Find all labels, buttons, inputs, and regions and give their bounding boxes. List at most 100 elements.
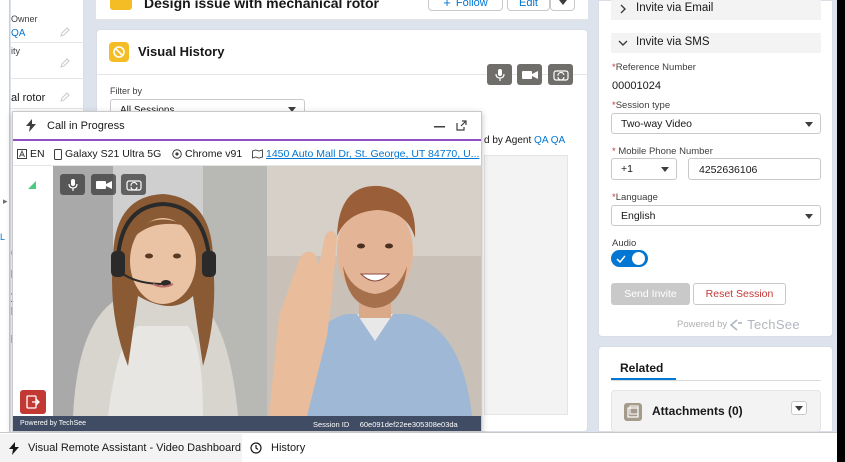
follow-label: Follow: [455, 0, 488, 9]
video-camera-icon: [95, 180, 112, 189]
location-info[interactable]: 1450 Auto Mall Dr, St. George, UT 84770,…: [252, 148, 479, 160]
card-divider: [97, 74, 587, 75]
attachments-menu-button[interactable]: [791, 401, 807, 415]
address-link[interactable]: 1450 Auto Mall Dr, St. George, UT 84770,…: [266, 148, 479, 160]
invite-sms-label[interactable]: Invite via SMS: [636, 36, 710, 48]
mic-button[interactable]: [487, 64, 512, 85]
chevron-down-icon: [805, 214, 813, 219]
phone-number-input[interactable]: 4252636106: [688, 158, 821, 180]
end-call-button[interactable]: [20, 390, 46, 414]
session-id-value: 60e091def22ee305308e03da: [359, 420, 458, 429]
agent-video: [53, 166, 267, 416]
edit-button[interactable]: Edit: [507, 0, 550, 11]
owner-link[interactable]: QA: [11, 28, 25, 39]
chevron-down-icon: [805, 122, 813, 127]
utility-item-label: Visual Remote Assistant - Video Dashboar…: [28, 442, 241, 454]
check-icon: [616, 255, 626, 264]
tab-divider: [611, 380, 821, 381]
session-id: Session ID 60e091def22ee305308e03da: [313, 420, 458, 429]
left-edge-strip: [0, 0, 10, 432]
owner-label: Owner: [11, 14, 38, 24]
language-select[interactable]: English: [611, 205, 821, 226]
visual-history-icon: [109, 42, 129, 62]
attachments-title[interactable]: Attachments (0): [652, 404, 743, 418]
minimize-icon[interactable]: [434, 126, 445, 128]
reference-label: *Reference Number: [612, 62, 696, 73]
send-invite-button[interactable]: Send Invite: [611, 283, 690, 305]
partial-text: L: [0, 232, 6, 242]
toggle-knob: [632, 252, 645, 265]
utility-item-label: History: [271, 442, 306, 454]
field-divider: [11, 78, 84, 79]
microphone-icon: [494, 68, 505, 81]
country-code-value: +1: [621, 163, 633, 175]
video-camera-icon: [521, 70, 538, 79]
browser-icon: [172, 149, 182, 159]
session-type-label: *Session type: [612, 100, 671, 111]
camera-button[interactable]: [517, 64, 542, 85]
call-mic-button[interactable]: [60, 174, 85, 195]
switch-camera-button[interactable]: [548, 64, 573, 85]
more-actions-button[interactable]: [550, 0, 575, 11]
utility-item-history[interactable]: History: [250, 434, 305, 462]
country-code-select[interactable]: +1: [611, 158, 677, 180]
screen-edge: [837, 0, 845, 462]
invite-email-label[interactable]: Invite via Email: [636, 2, 713, 14]
field-divider: [11, 108, 84, 109]
chevron-down-icon: [558, 0, 567, 5]
powered-by-label: Powered by: [677, 319, 728, 330]
filter-label: Filter by: [110, 86, 143, 96]
chevron-down-icon: [661, 167, 669, 172]
plus-icon: +: [443, 0, 451, 10]
language-label: *Language: [612, 192, 658, 203]
language-value: EN: [30, 148, 45, 160]
tab-related[interactable]: Related: [620, 361, 663, 375]
follow-button[interactable]: + Follow: [428, 0, 503, 11]
clock-icon: [250, 442, 262, 454]
exit-icon: [26, 395, 40, 409]
agent-link[interactable]: QA QA: [534, 135, 565, 146]
field3-value: al rotor: [11, 92, 46, 104]
brand-name: TechSee: [747, 317, 800, 332]
call-side-strip: [13, 166, 53, 416]
expand-arrow-icon[interactable]: ▸: [3, 196, 8, 207]
active-tab-indicator: [611, 378, 676, 380]
browser-value: Chrome v91: [185, 148, 243, 160]
reference-value: 00001024: [612, 80, 661, 92]
customer-video: [267, 166, 481, 416]
call-switch-camera-button[interactable]: [121, 174, 146, 195]
switch-camera-icon: [552, 69, 569, 81]
session-agent-text: d by Agent QA QA: [484, 135, 565, 146]
edit-label: Edit: [519, 0, 538, 9]
edit-pencil-icon[interactable]: [60, 58, 70, 68]
call-camera-button[interactable]: [91, 174, 116, 195]
audio-label: Audio: [612, 238, 637, 249]
edit-pencil-icon[interactable]: [60, 27, 70, 37]
utility-item-video-dashboard[interactable]: Visual Remote Assistant - Video Dashboar…: [0, 434, 242, 462]
session-id-label: Session ID: [313, 420, 350, 429]
chevron-down-icon: [795, 406, 803, 411]
popout-icon[interactable]: [456, 120, 467, 131]
language-select-value: English: [621, 210, 656, 222]
device-info: Galaxy S21 Ultra 5G: [54, 148, 161, 160]
visual-history-title: Visual History: [138, 44, 225, 59]
phone-icon: [54, 148, 62, 160]
session-type-select[interactable]: Two-way Video: [611, 113, 821, 134]
browser-info: Chrome v91: [172, 148, 242, 160]
field2-label: ity: [11, 46, 20, 56]
signal-icon: [28, 181, 36, 189]
powered-by-techsee: Powered by TechSee: [677, 317, 800, 332]
chevron-right-icon: [620, 4, 626, 14]
chevron-down-icon: [618, 40, 628, 46]
edit-pencil-icon[interactable]: [60, 92, 70, 102]
switch-camera-icon: [125, 179, 142, 191]
attachment-icon: [624, 403, 642, 421]
call-powered-by: Powered by TechSee: [20, 420, 87, 427]
microphone-icon: [67, 178, 78, 191]
lightning-icon: [9, 441, 19, 455]
techsee-logo-icon: [730, 318, 743, 331]
lightning-icon: [26, 119, 36, 132]
case-icon: [110, 0, 132, 10]
reset-session-button[interactable]: Reset Session: [693, 283, 786, 305]
language-icon: [17, 149, 27, 159]
